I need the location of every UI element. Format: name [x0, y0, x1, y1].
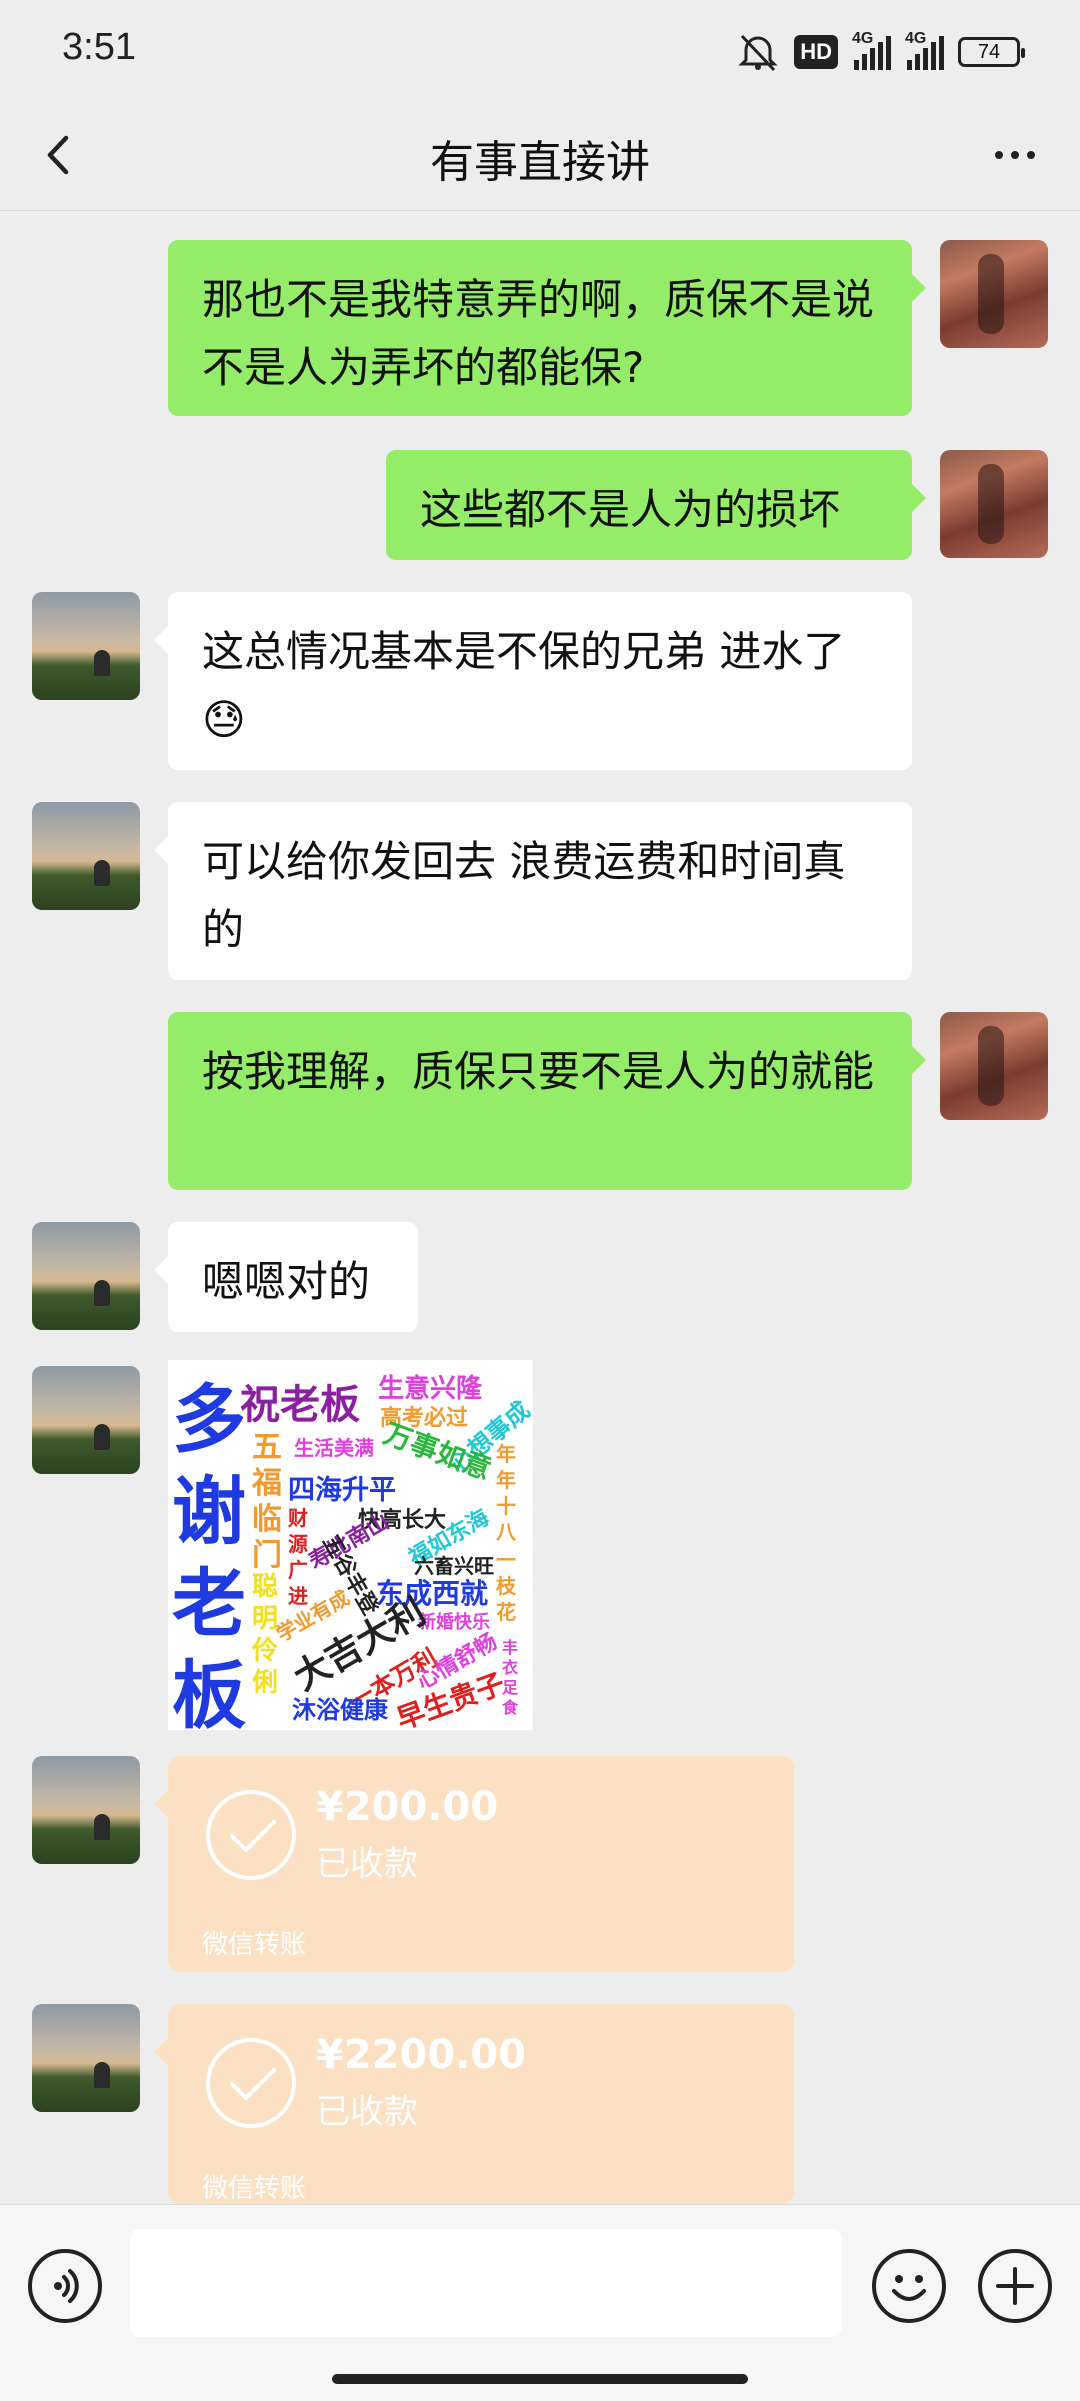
my-avatar[interactable] — [940, 240, 1048, 348]
sticker-word: 多 — [172, 1377, 246, 1463]
message-input[interactable] — [130, 2229, 842, 2337]
transfer-label: 微信转账 — [202, 1930, 307, 1960]
contact-avatar[interactable] — [32, 1366, 140, 1474]
emoji-button[interactable] — [872, 2249, 946, 2323]
sticker-word: 花 — [496, 1600, 516, 1624]
sticker-word: 板 — [172, 1653, 246, 1739]
contact-avatar[interactable] — [32, 802, 140, 910]
message-bubble-me[interactable]: 按我理解，质保只要不是人为的就能 — [168, 1012, 926, 1190]
transfer-amount: ¥2200.00 — [316, 2032, 527, 2078]
sticker-image[interactable]: 多 谢 老 板 祝老板 生意兴隆 高考必过 心想事成 五 福 临 门 生活美满 … — [168, 1360, 535, 1739]
status-bar: 3:51 HD 4G 4G 74 — [0, 0, 1080, 100]
more-dots-icon-dot — [1011, 151, 1019, 159]
chat-header: 有事直接讲 — [0, 100, 1080, 211]
message-text: 这总情况基本是不保的兄弟 进水了😓 — [202, 627, 846, 744]
message-bubble-me[interactable]: 那也不是我特意弄的啊，质保不是说不是人为弄坏的都能保? — [168, 240, 926, 416]
signal-icon: 4G — [905, 30, 944, 70]
transfer-card[interactable]: ¥200.00 已收款 微信转账 — [154, 1756, 794, 1972]
check-circle-icon — [206, 1790, 296, 1880]
sticker-word: 广 — [288, 1558, 308, 1582]
status-time: 3:51 — [62, 26, 136, 68]
transfer-status: 已收款 — [316, 1844, 418, 1884]
transfer-status: 已收款 — [316, 2092, 418, 2132]
sticker-word: 年 — [496, 1442, 516, 1466]
transfer-card[interactable]: ¥2200.00 已收款 微信转账 — [154, 2004, 794, 2204]
message-bubble-peer[interactable]: 这总情况基本是不保的兄弟 进水了😓 — [154, 592, 912, 770]
message-text: 嗯嗯对的 — [202, 1257, 371, 1306]
signal-icon: 4G — [852, 30, 891, 70]
check-icon — [230, 1820, 276, 1852]
battery-icon: 74 — [958, 37, 1025, 67]
transfer-amount: ¥200.00 — [316, 1784, 499, 1830]
sticker-word: 年 — [496, 1468, 516, 1492]
message-bubble-me[interactable]: 这些都不是人为的损坏 — [386, 450, 926, 560]
contact-avatar[interactable] — [32, 592, 140, 700]
sticker-word: 老 — [172, 1561, 246, 1647]
voice-button[interactable] — [28, 2249, 102, 2323]
input-bar — [0, 2204, 1080, 2401]
chat-title: 有事直接讲 — [430, 137, 650, 188]
network-type-label: 4G — [905, 30, 927, 47]
status-icons: HD 4G 4G 74 — [736, 30, 1025, 74]
network-type-label: 4G — [852, 30, 874, 47]
message-bubble-peer[interactable]: 可以给你发回去 浪费运费和时间真的 — [154, 802, 912, 980]
sticker-word: 十 — [496, 1494, 516, 1518]
transfer-label: 微信转账 — [202, 2174, 307, 2204]
message-bubble-peer[interactable]: 嗯嗯对的 — [154, 1222, 418, 1332]
more-dots-icon — [995, 151, 1003, 159]
message-text: 那也不是我特意弄的啊，质保不是说不是人为弄坏的都能保? — [202, 275, 875, 392]
check-icon — [230, 2068, 276, 2100]
message-text: 可以给你发回去 浪费运费和时间真的 — [202, 837, 846, 954]
sticker-word: 财 — [288, 1506, 308, 1530]
sticker-word: 源 — [288, 1532, 308, 1556]
message-text: 按我理解，质保只要不是人为的就能 — [202, 1047, 875, 1096]
message-text: 这些都不是人为的损坏 — [420, 485, 841, 534]
contact-avatar[interactable] — [32, 2004, 140, 2112]
sticker-word: 枝 — [496, 1574, 516, 1598]
sticker-word: 生活美满 — [294, 1436, 374, 1460]
hd-icon: HD — [794, 35, 838, 69]
sticker-word: 沐浴健康 — [292, 1696, 388, 1724]
voice-icon — [54, 2269, 79, 2303]
emoji-icon — [892, 2275, 926, 2301]
check-circle-icon — [206, 2038, 296, 2128]
mute-icon — [738, 34, 778, 72]
sticker-word: 一 — [496, 1548, 516, 1572]
plus-button[interactable] — [978, 2249, 1052, 2323]
sticker-word: 八 — [496, 1520, 516, 1544]
more-dots-icon-dot — [1027, 151, 1035, 159]
contact-avatar[interactable] — [32, 1756, 140, 1864]
sticker-word: 俐 — [252, 1668, 279, 1698]
my-avatar[interactable] — [940, 450, 1048, 558]
battery-level: 74 — [977, 40, 1001, 63]
more-button[interactable] — [980, 120, 1050, 190]
plus-icon — [996, 2267, 1034, 2305]
sticker-word: 谢 — [172, 1469, 246, 1555]
my-avatar[interactable] — [940, 1012, 1048, 1120]
contact-avatar[interactable] — [32, 1222, 140, 1330]
home-indicator[interactable] — [332, 2374, 748, 2384]
